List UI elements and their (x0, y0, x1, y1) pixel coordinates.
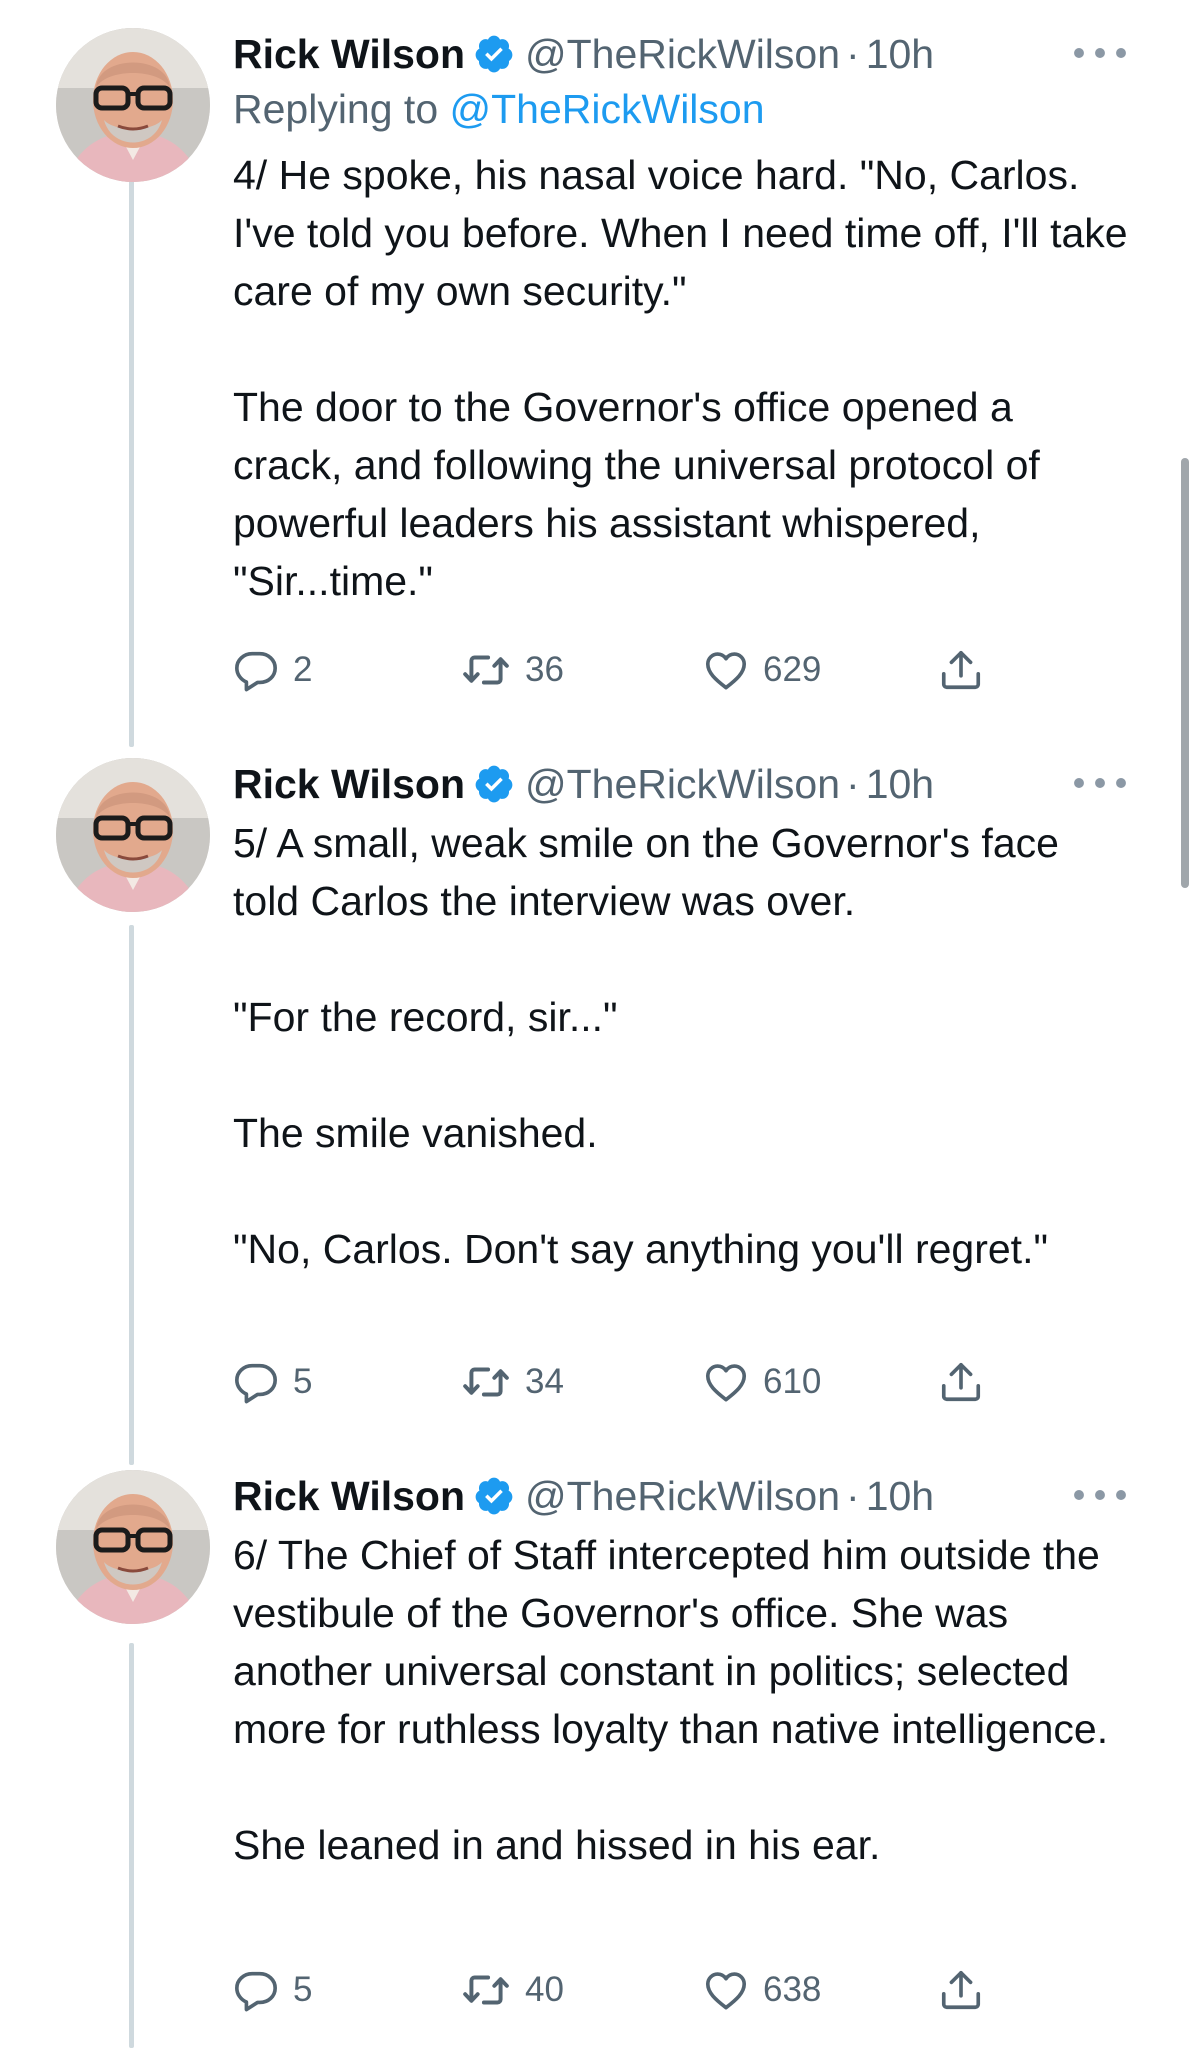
retweet-button[interactable]: 40 (461, 1960, 564, 2020)
tweet-header: Rick Wilson @TheRickWilson · 10h (233, 758, 1133, 810)
like-button[interactable]: 629 (703, 640, 821, 700)
tweet[interactable]: Rick Wilson @TheRickWilson · 10h 6/ The … (0, 1470, 1200, 2048)
heart-icon (703, 1967, 749, 2013)
share-button[interactable] (938, 640, 998, 700)
reply-count: 5 (293, 1362, 313, 1401)
like-count: 638 (763, 1970, 822, 2009)
reply-button[interactable]: 5 (233, 1352, 312, 1412)
more-options-icon[interactable] (1067, 1480, 1133, 1510)
tweet[interactable]: Rick Wilson @TheRickWilson · 10h 5/ A sm… (0, 758, 1200, 1448)
retweet-icon (461, 1357, 511, 1407)
retweet-icon (461, 1965, 511, 2015)
separator: · (846, 760, 860, 807)
separator: · (846, 30, 860, 77)
replying-to: Replying to @TheRickWilson (233, 80, 1133, 138)
author-handle[interactable]: @TheRickWilson (525, 761, 840, 808)
tweet-text: 5/ A small, weak smile on the Governor's… (233, 820, 1059, 1272)
tweet-actions: 5 34 610 (233, 1352, 1013, 1412)
timestamp[interactable]: 10h (866, 761, 934, 808)
verified-badge-icon (473, 33, 515, 75)
retweet-count: 40 (525, 1970, 564, 2009)
share-button[interactable] (938, 1960, 998, 2020)
replying-to-label: Replying to (233, 86, 450, 132)
timestamp[interactable]: 10h (866, 1473, 934, 1520)
retweet-count: 36 (525, 650, 564, 689)
like-count: 629 (763, 650, 822, 689)
retweet-icon (461, 645, 511, 695)
reply-icon (233, 1359, 279, 1405)
tweet-header: Rick Wilson @TheRickWilson · 10h (233, 1470, 1133, 1522)
tweet-text: 4/ He spoke, his nasal voice hard. "No, … (233, 152, 1128, 604)
tweet-actions: 5 40 638 (233, 1960, 1013, 2020)
heart-icon (703, 1359, 749, 1405)
reply-icon (233, 1967, 279, 2013)
author-name[interactable]: Rick Wilson (233, 761, 465, 808)
retweet-button[interactable]: 34 (461, 1352, 564, 1412)
like-button[interactable]: 638 (703, 1960, 821, 2020)
tweet[interactable]: Rick Wilson @TheRickWilson · 10h Replyin… (0, 28, 1200, 718)
share-button[interactable] (938, 1352, 998, 1412)
author-name[interactable]: Rick Wilson (233, 31, 465, 78)
share-icon (938, 1967, 984, 2013)
reply-icon (233, 647, 279, 693)
avatar[interactable] (56, 1470, 210, 1624)
separator: · (846, 1472, 860, 1519)
avatar[interactable] (56, 28, 210, 182)
more-options-icon[interactable] (1067, 38, 1133, 68)
timestamp[interactable]: 10h (866, 31, 934, 78)
heart-icon (703, 647, 749, 693)
tweet-actions: 2 36 629 (233, 640, 1013, 700)
scrollbar[interactable] (1181, 458, 1189, 888)
author-handle[interactable]: @TheRickWilson (525, 31, 840, 78)
like-button[interactable]: 610 (703, 1352, 821, 1412)
share-icon (938, 1359, 984, 1405)
replying-to-handle[interactable]: @TheRickWilson (450, 86, 765, 132)
verified-badge-icon (473, 763, 515, 805)
avatar[interactable] (56, 758, 210, 912)
verified-badge-icon (473, 1475, 515, 1517)
author-handle[interactable]: @TheRickWilson (525, 1473, 840, 1520)
like-count: 610 (763, 1362, 822, 1401)
reply-count: 5 (293, 1970, 313, 2009)
retweet-count: 34 (525, 1362, 564, 1401)
more-options-icon[interactable] (1067, 768, 1133, 798)
reply-button[interactable]: 5 (233, 1960, 312, 2020)
tweet-text: 6/ The Chief of Staff intercepted him ou… (233, 1532, 1109, 1868)
share-icon (938, 647, 984, 693)
tweet-header: Rick Wilson @TheRickWilson · 10h (233, 28, 1133, 80)
reply-button[interactable]: 2 (233, 640, 312, 700)
retweet-button[interactable]: 36 (461, 640, 564, 700)
reply-count: 2 (293, 650, 313, 689)
author-name[interactable]: Rick Wilson (233, 1473, 465, 1520)
